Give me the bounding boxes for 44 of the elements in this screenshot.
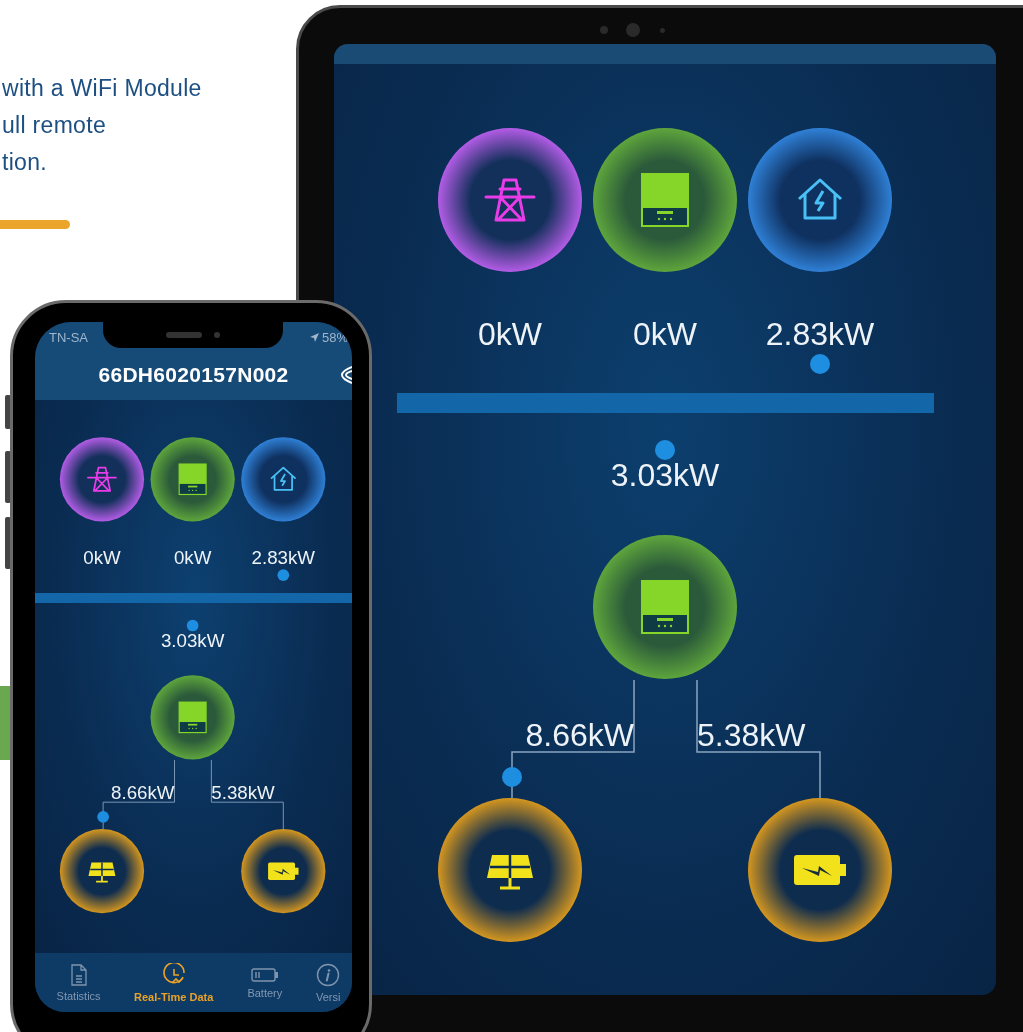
- flow-dot: [810, 354, 830, 374]
- power-reading: 0kW: [173, 547, 212, 569]
- document-icon: [70, 963, 87, 986]
- inverter-icon: [178, 463, 207, 496]
- camera-lens: [626, 23, 640, 37]
- battery-icon: [268, 862, 299, 880]
- flow-dot: [655, 440, 675, 460]
- accent-bar: [0, 220, 70, 229]
- tab[interactable]: Versi: [304, 962, 352, 1003]
- power-reading: 0kW: [633, 316, 697, 352]
- solar-panel-icon: [88, 861, 116, 883]
- location-arrow-icon: [309, 332, 319, 342]
- flow-dot: [186, 619, 199, 632]
- power-reading: 5.38kW: [697, 717, 806, 753]
- tab[interactable]: Statistics: [35, 963, 123, 1002]
- flow-dot: [502, 767, 522, 787]
- power-reading: 5.38kW: [211, 781, 275, 803]
- tab[interactable]: Real-Time Data: [122, 962, 226, 1003]
- inverter-icon: [641, 580, 689, 634]
- power-reading: 3.03kW: [610, 457, 720, 493]
- power-reading: 8.66kW: [111, 781, 175, 803]
- power-reading: 3.03kW: [160, 629, 225, 651]
- solar-panel-icon: [487, 853, 533, 890]
- tower-icon: [87, 466, 117, 492]
- power-reading: 2.83kW: [251, 547, 315, 569]
- camera-lens: [600, 26, 608, 34]
- inverter-icon: [641, 173, 689, 227]
- power-reading: 2.83kW: [765, 316, 875, 352]
- camera-lens: [660, 28, 665, 33]
- house-icon: [797, 178, 843, 220]
- promo-text: with a WiFi Module ull remote tion.: [2, 74, 202, 177]
- battery-icon: [250, 966, 279, 983]
- house-icon: [270, 466, 297, 491]
- power-reading: 0kW: [83, 547, 121, 569]
- info-icon: [316, 962, 341, 987]
- carrier-text: TN-SA: [49, 329, 88, 345]
- power-reading: 0kW: [478, 316, 542, 352]
- tower-icon: [484, 178, 536, 222]
- device-serial-title: 66DH6020157N002: [98, 363, 289, 387]
- flow-dot: [97, 810, 109, 823]
- battery-icon: [794, 855, 846, 885]
- flow-dot: [277, 569, 290, 582]
- tab[interactable]: Battery: [225, 966, 305, 999]
- power-reading: 8.66kW: [525, 717, 634, 753]
